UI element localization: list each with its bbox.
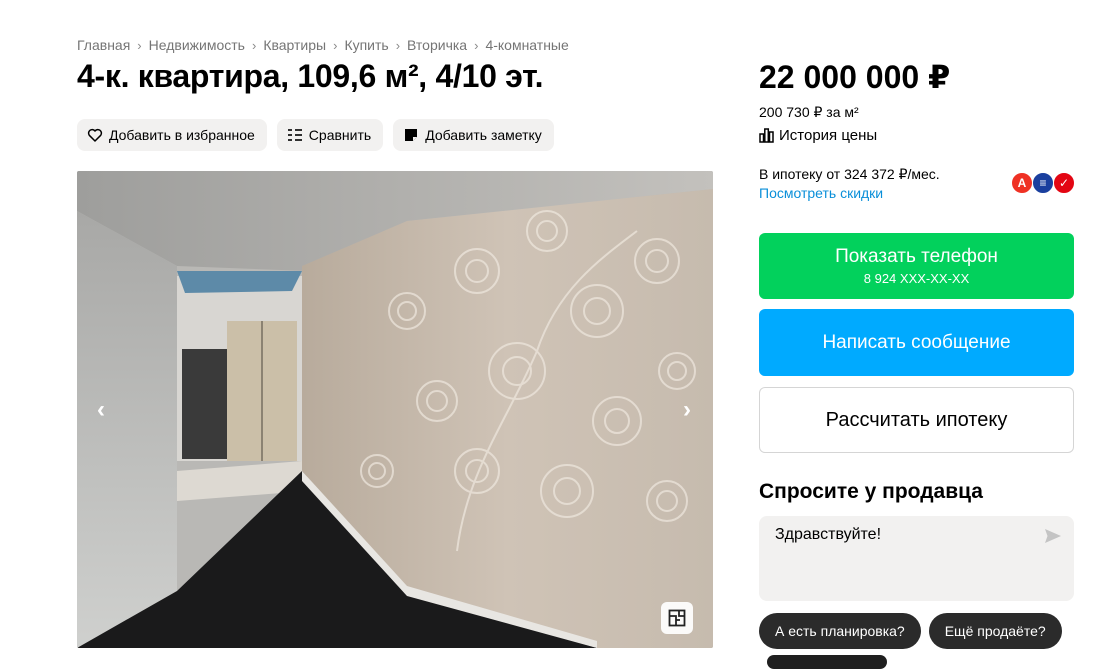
photo-gallery[interactable]: ‹ › [77,171,713,648]
chevron-right-icon: › [137,37,142,53]
apartment-photo [77,171,713,648]
breadcrumb-4-rooms[interactable]: 4-комнатные [485,37,568,53]
note-icon [405,129,418,141]
breadcrumb-buy[interactable]: Купить [344,37,388,53]
bank-red-icon: ✓ [1053,172,1075,194]
send-icon[interactable] [1044,528,1062,544]
ask-seller-title: Спросите у продавца [759,480,983,503]
chevron-right-icon: › [474,37,479,53]
heart-icon [87,128,103,142]
ask-seller-box [759,516,1074,601]
add-to-favorites-label: Добавить в избранное [109,127,255,143]
breadcrumb-apartments[interactable]: Квартиры [263,37,326,53]
price: 22 000 000 ₽ [759,59,951,95]
chevron-right-icon: › [683,396,691,423]
page-title: 4-к. квартира, 109,6 м², 4/10 эт. [77,58,544,94]
add-note-button[interactable]: Добавить заметку [393,119,554,151]
listing-actions: Добавить в избранное Сравнить Добавить з… [77,119,554,151]
quick-questions: А есть планировка? Ещё продаёте? [759,613,1062,649]
write-message-button[interactable]: Написать сообщение [759,309,1074,376]
chevron-right-icon: › [395,37,401,53]
mortgage-text: В ипотеку от 324 372 ₽/мес. [759,166,940,182]
calculate-mortgage-button[interactable]: Рассчитать ипотеку [759,387,1074,453]
bank-blue-icon: ≡ [1032,172,1054,194]
price-per-sqm: 200 730 ₽ за м² [759,104,859,120]
chip-still-selling[interactable]: Ещё продаёте? [928,613,1062,649]
floor-plan-icon [668,609,686,627]
ask-seller-input[interactable] [775,526,1035,544]
alfa-bank-icon: А [1011,172,1033,194]
floor-plan-button[interactable] [661,602,693,634]
chip-partial[interactable] [767,655,887,669]
chevron-right-icon: › [251,37,257,53]
show-phone-button[interactable]: Показать телефон 8 924 XXX-XX-XX [759,233,1074,299]
show-phone-label: Показать телефон [835,246,998,267]
chip-floor-plan[interactable]: А есть планировка? [759,613,921,649]
gallery-next-button[interactable]: › [675,395,699,425]
phone-masked: 8 924 XXX-XX-XX [863,271,970,286]
see-discounts-link[interactable]: Посмотреть скидки [759,185,883,201]
breadcrumb-realty[interactable]: Недвижимость [149,37,245,53]
compare-icon [287,129,302,141]
price-history-label: История цены [779,127,878,144]
add-note-label: Добавить заметку [425,127,542,143]
chevron-right-icon: › [333,37,338,53]
compare-label: Сравнить [308,127,372,143]
add-to-favorites-button[interactable]: Добавить в избранное [77,119,267,151]
price-history-link[interactable]: История цены [759,127,877,144]
breadcrumb-secondary[interactable]: Вторичка [407,37,467,53]
bank-logos[interactable]: А ≡ ✓ [1011,172,1075,194]
bar-chart-icon [759,128,774,143]
compare-button[interactable]: Сравнить [276,119,384,151]
chevron-left-icon: ‹ [97,396,105,423]
breadcrumb: Главная › Недвижимость › Квартиры › Купи… [77,37,569,53]
breadcrumb-home[interactable]: Главная [77,37,130,53]
gallery-prev-button[interactable]: ‹ [89,395,113,425]
